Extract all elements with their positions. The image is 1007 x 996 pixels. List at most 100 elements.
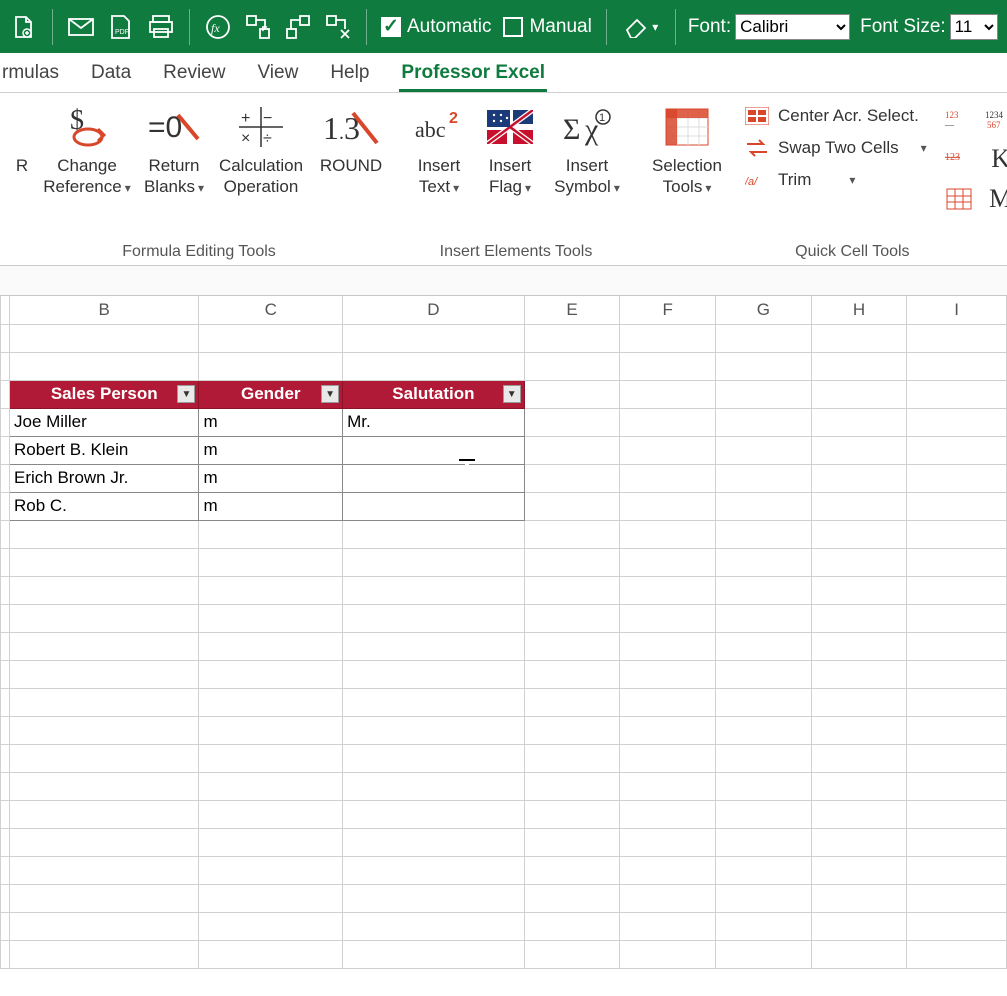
col-header-f[interactable]: F	[620, 296, 716, 324]
insert-text-button[interactable]: abc2 InsertText▾	[406, 101, 472, 200]
clear-icon[interactable]	[324, 13, 352, 41]
eraser-icon[interactable]: ▾	[621, 13, 661, 41]
svg-text:abc: abc	[415, 117, 446, 142]
col-header-d[interactable]: D	[343, 296, 525, 324]
swap-label: Swap Two Cells	[778, 138, 899, 158]
svg-text:2: 2	[449, 110, 458, 127]
col-header-g[interactable]: G	[716, 296, 812, 324]
share-up-icon[interactable]	[284, 13, 312, 41]
table-header-salutation[interactable]: Salutation▼	[343, 380, 525, 408]
cell[interactable]	[343, 492, 525, 520]
r-button[interactable]: R	[8, 101, 36, 178]
k-button[interactable]: K	[985, 143, 1007, 175]
ribbon-tabs: rmulas Data Review View Help Professor E…	[0, 53, 1007, 93]
table-header-gender[interactable]: Gender▼	[199, 380, 343, 408]
swap-icon	[744, 137, 770, 159]
return-blanks-button[interactable]: =0 ReturnBlanks▾	[138, 101, 210, 200]
svg-text:−: −	[263, 110, 272, 127]
cell[interactable]	[343, 436, 525, 464]
number-format-icon-1[interactable]: 123—	[943, 103, 975, 135]
round-button[interactable]: 1.3 ROUND	[312, 101, 390, 178]
separator	[189, 9, 190, 45]
col-header[interactable]	[1, 296, 10, 324]
svg-text:Σ: Σ	[563, 113, 580, 146]
selection-tools-button[interactable]: SelectionTools▾	[642, 101, 732, 200]
svg-text:PDF: PDF	[115, 29, 129, 36]
manual-checkbox[interactable]: Manual	[503, 16, 591, 38]
filter-button[interactable]: ▼	[503, 385, 521, 403]
tab-formulas[interactable]: rmulas	[0, 56, 61, 92]
share-down-icon[interactable]	[244, 13, 272, 41]
separator	[366, 9, 367, 45]
ribbon: R $ ChangeReference▾ =0 ReturnBlanks▾ +−…	[0, 93, 1007, 266]
number-format-icon-3[interactable]: 1234567	[985, 103, 1007, 135]
col-header-h[interactable]: H	[811, 296, 907, 324]
svg-text:÷: ÷	[263, 130, 272, 147]
flag-icon	[487, 103, 533, 151]
group-label: Quick Cell Tools	[634, 240, 1007, 265]
manual-label: Manual	[529, 16, 591, 38]
cell[interactable]: m	[199, 492, 343, 520]
filter-button[interactable]: ▼	[177, 385, 195, 403]
return-blanks-icon: =0	[148, 103, 200, 151]
cell[interactable]	[343, 464, 525, 492]
filter-button[interactable]: ▼	[321, 385, 339, 403]
svg-text:+: +	[241, 110, 250, 127]
col-header-b[interactable]: B	[10, 296, 199, 324]
trim-label: Trim	[778, 170, 811, 190]
cell[interactable]: Erich Brown Jr.	[10, 464, 199, 492]
mail-icon[interactable]	[67, 13, 95, 41]
font-select[interactable]: Calibri	[735, 14, 850, 40]
tab-view[interactable]: View	[255, 56, 300, 92]
symbol-icon: Σχ1	[563, 103, 611, 151]
fx-icon[interactable]: fx	[204, 13, 232, 41]
m-button[interactable]: M	[985, 183, 1007, 215]
cell[interactable]: Mr.	[343, 408, 525, 436]
sheet-table[interactable]: B C D E F G H I Sales Person▼ Gender▼ Sa…	[0, 296, 1007, 969]
quick-access-toolbar: PDF fx ✓ Automatic Manual ▾ Font: Calibr…	[0, 0, 1007, 53]
calculation-operation-button[interactable]: +−×÷ CalculationOperation	[216, 101, 306, 200]
calc-op-icon: +−×÷	[239, 103, 283, 151]
font-label: Font:	[688, 16, 731, 38]
col-header-e[interactable]: E	[524, 296, 620, 324]
insert-flag-button[interactable]: InsertFlag▾	[478, 101, 542, 200]
trim-button[interactable]: /a/ Trim ▾	[740, 167, 931, 193]
insert-symbol-button[interactable]: Σχ1 InsertSymbol▾	[548, 101, 626, 200]
trim-icon: /a/	[744, 169, 770, 191]
automatic-checkbox[interactable]: ✓ Automatic	[381, 16, 491, 38]
group-label: Insert Elements Tools	[398, 240, 634, 265]
col-header-i[interactable]: I	[907, 296, 1007, 324]
spreadsheet-grid[interactable]: B C D E F G H I Sales Person▼ Gender▼ Sa…	[0, 296, 1007, 969]
print-icon[interactable]	[147, 13, 175, 41]
svg-text:1234: 1234	[985, 110, 1004, 120]
tab-professor-excel[interactable]: Professor Excel	[399, 56, 547, 92]
table-header-salesperson[interactable]: Sales Person▼	[10, 380, 199, 408]
center-across-button[interactable]: Center Acr. Select.	[740, 103, 931, 129]
center-label: Center Acr. Select.	[778, 106, 919, 126]
cell[interactable]: m	[199, 408, 343, 436]
formula-bar[interactable]	[0, 266, 1007, 296]
cell[interactable]: Robert B. Klein	[10, 436, 199, 464]
swap-cells-button[interactable]: Swap Two Cells ▾	[740, 135, 931, 161]
fontsize-select[interactable]: 11	[950, 14, 998, 40]
svg-text:—: —	[944, 120, 955, 130]
cell[interactable]: m	[199, 464, 343, 492]
svg-text:fx: fx	[211, 21, 220, 35]
change-reference-button[interactable]: $ ChangeReference▾	[42, 101, 132, 200]
group-quick-cell: SelectionTools▾ Center Acr. Select. Swap…	[634, 97, 1007, 265]
automatic-label: Automatic	[407, 16, 491, 38]
selection-icon	[664, 103, 710, 151]
number-format-icon-2[interactable]: 123	[943, 143, 975, 175]
tab-review[interactable]: Review	[161, 56, 227, 92]
tab-data[interactable]: Data	[89, 56, 133, 92]
separator	[606, 9, 607, 45]
cell[interactable]: m	[199, 436, 343, 464]
cell[interactable]: Rob C.	[10, 492, 199, 520]
cell[interactable]: Joe Miller	[10, 408, 199, 436]
svg-text:/a/: /a/	[745, 176, 758, 188]
tab-help[interactable]: Help	[328, 56, 371, 92]
new-file-icon[interactable]	[10, 13, 38, 41]
pdf-icon[interactable]: PDF	[107, 13, 135, 41]
col-header-c[interactable]: C	[199, 296, 343, 324]
table-format-icon[interactable]	[943, 183, 975, 215]
